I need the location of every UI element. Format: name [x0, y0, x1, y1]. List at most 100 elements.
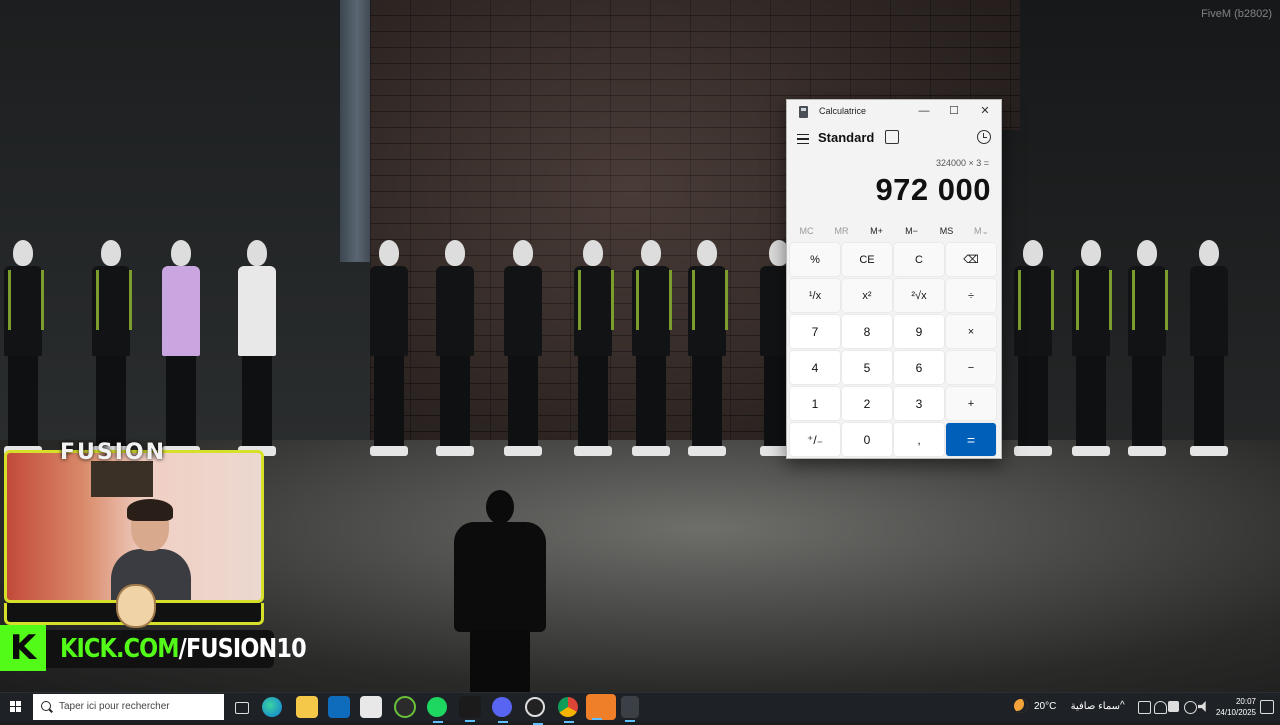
tray-battery-icon[interactable] [1168, 701, 1179, 712]
calculator-header: Standard [787, 126, 1001, 152]
keypad: % CE C ⌫ ¹/x x² ²√x ÷ 7 8 9 × 4 5 6− 1 2 3 + ⁺/₋ 0, = [790, 243, 998, 456]
calculator-app-icon [799, 106, 808, 118]
memory-key[interactable]: MS [929, 222, 964, 240]
clock-time: 20:07 [1235, 697, 1256, 706]
memory-key: MR [834, 226, 849, 236]
drain-pipe [340, 0, 374, 262]
taskbar-search-box[interactable]: Taper ici pour rechercher [33, 694, 224, 720]
equals-key[interactable]: = [946, 423, 996, 456]
negate-key[interactable]: ⁺/₋ [790, 423, 840, 456]
close-button[interactable]: ✕ [970, 100, 1000, 122]
clear-key[interactable]: C [894, 243, 944, 276]
add-key[interactable]: + [946, 387, 996, 420]
digit-6-key[interactable]: 6 [894, 351, 944, 384]
divide-key[interactable]: ÷ [946, 279, 996, 312]
digit-5-key[interactable]: 5 [842, 351, 892, 384]
memory-key: M⌄ [973, 226, 990, 236]
square-key[interactable]: x² [842, 279, 892, 312]
memory-key[interactable]: M− [894, 222, 929, 240]
clear-entry-key[interactable]: CE [842, 243, 892, 276]
windows-start-icon[interactable] [0, 693, 32, 721]
digit-0-key[interactable]: 0 [842, 423, 892, 456]
subtract-key[interactable]: − [946, 351, 996, 384]
calculator-taskbar-icon[interactable] [621, 696, 639, 722]
square-root-key[interactable]: ²√x [894, 279, 944, 312]
search-icon [41, 701, 51, 711]
player-character [440, 490, 560, 692]
digit-2-key[interactable]: 2 [842, 387, 892, 420]
chrome-icon[interactable] [558, 697, 578, 723]
npc-character [88, 240, 134, 460]
weather-temperature[interactable]: 20°C [1034, 701, 1056, 712]
fivem-icon[interactable] [586, 694, 616, 720]
tray-chevron-up-icon[interactable]: ^ [1120, 701, 1130, 711]
task-view-icon[interactable] [230, 696, 252, 718]
digit-7-key[interactable]: 7 [790, 315, 840, 348]
digit-3-key[interactable]: 3 [894, 387, 944, 420]
npc-character [500, 240, 546, 460]
kick-channel-url: KICK.COM/FUSION10 [60, 634, 307, 664]
taskbar: Taper ici pour rechercher 20°C سماء صافي… [0, 692, 1280, 725]
reciprocal-key[interactable]: ¹/x [790, 279, 840, 312]
fivem-watermark: FiveM (b2802) [1201, 8, 1272, 20]
npc-character [1124, 240, 1170, 460]
kick-channel-name: FUSION10 [185, 634, 307, 664]
digit-9-key[interactable]: 9 [894, 315, 944, 348]
clock-date: 24/10/2025 [1215, 708, 1256, 717]
weather-description[interactable]: سماء صافية [1060, 701, 1120, 712]
multiply-key[interactable]: × [946, 315, 996, 348]
kick-domain: KICK.COM [60, 634, 180, 664]
avatar [116, 584, 156, 628]
tray-microphone-icon[interactable] [1154, 701, 1167, 714]
weather-moon-icon[interactable] [1014, 699, 1028, 713]
notification-center-icon[interactable] [1260, 700, 1274, 714]
minimize-button[interactable]: — [909, 100, 939, 122]
npc-character [366, 240, 412, 460]
window-title: Calculatrice [819, 106, 867, 116]
store-icon[interactable] [360, 696, 382, 718]
npc-character [158, 240, 204, 460]
npc-character [684, 240, 730, 460]
obs-icon[interactable] [525, 697, 545, 725]
calculator-window[interactable]: Calculatrice — ☐ ✕ Standard 324000 × 3 =… [786, 99, 1002, 459]
overlay-brand-logo: FUSION [60, 440, 167, 465]
npc-character [1186, 240, 1232, 460]
memory-key: MC [799, 226, 814, 236]
kick-channel-banner: KICK.COM/FUSION10 [46, 630, 307, 668]
decimal-key[interactable]: , [894, 423, 944, 456]
edge-icon[interactable] [262, 697, 282, 717]
outlook-icon[interactable] [328, 696, 350, 718]
percent-key[interactable]: % [790, 243, 840, 276]
memory-row: MC MR M+ M− MS M⌄ [789, 222, 999, 240]
npc-character [432, 240, 478, 460]
digit-1-key[interactable]: 1 [790, 387, 840, 420]
keep-on-top-icon[interactable] [885, 130, 899, 144]
kick-icon[interactable] [459, 696, 481, 722]
spotify-icon[interactable] [427, 697, 447, 723]
result-display: 972 000 [875, 172, 991, 207]
backspace-key[interactable]: ⌫ [946, 243, 996, 276]
system-clock[interactable]: 20:07 24/10/2025 [1196, 696, 1256, 718]
discord-icon[interactable] [492, 697, 512, 723]
mode-title: Standard [818, 130, 875, 145]
maximize-button[interactable]: ☐ [939, 100, 969, 122]
calculator-titlebar[interactable]: Calculatrice — ☐ ✕ [787, 100, 1001, 124]
xbox-icon[interactable] [394, 696, 416, 718]
wall-poster [91, 461, 153, 497]
memory-key[interactable]: M+ [859, 222, 894, 240]
digit-4-key[interactable]: 4 [790, 351, 840, 384]
tray-app-icon[interactable] [1138, 701, 1151, 714]
expression-display: 324000 × 3 = [935, 158, 989, 168]
npc-character [1068, 240, 1114, 460]
npc-character [1010, 240, 1056, 460]
webcam-frame [4, 450, 264, 603]
history-icon[interactable] [977, 130, 991, 144]
kick-logo-icon [0, 625, 46, 671]
search-placeholder: Taper ici pour rechercher [59, 701, 170, 712]
digit-8-key[interactable]: 8 [842, 315, 892, 348]
hamburger-menu-icon[interactable] [797, 131, 809, 145]
npc-character [0, 240, 46, 460]
npc-character [628, 240, 674, 460]
file-explorer-icon[interactable] [296, 696, 318, 718]
npc-character [570, 240, 616, 460]
